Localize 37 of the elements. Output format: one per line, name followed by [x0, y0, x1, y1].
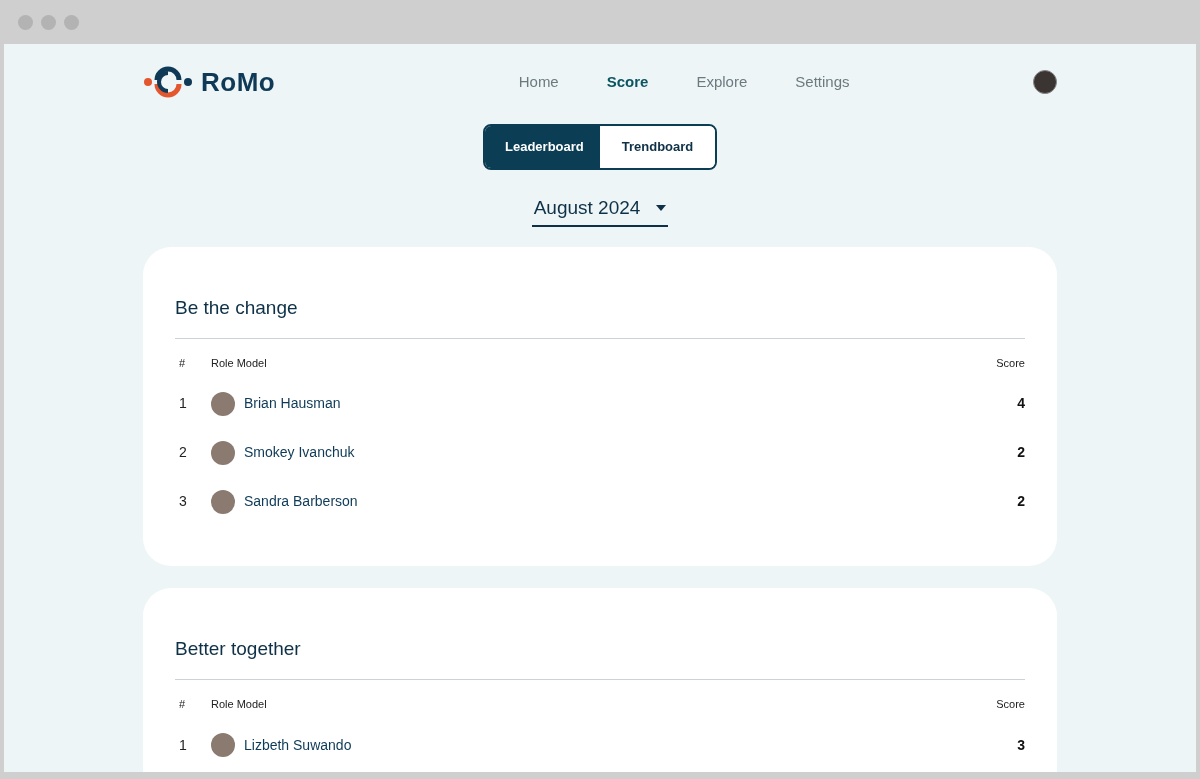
rank-cell-text: 1: [178, 394, 188, 414]
column-header: #: [178, 355, 187, 371]
avatar-photo: [211, 733, 235, 758]
rank-cell-text: 3: [178, 492, 188, 512]
window-dot: [41, 14, 56, 30]
tab[interactable]: Trendboard: [600, 126, 715, 168]
person-link[interactable]: Smokey Ivanchuk: [244, 442, 355, 464]
card-title: Be the change: [175, 297, 299, 320]
caret-icon: [656, 204, 667, 211]
nav-link[interactable]: Explore: [696, 70, 748, 94]
nav-link[interactable]: Home: [518, 70, 559, 94]
column-header: Role Model: [211, 355, 267, 371]
column-header: Score: [996, 355, 1025, 371]
person-link[interactable]: Lizbeth Suwando: [244, 734, 352, 756]
person-link[interactable]: Sandra Barberson: [244, 491, 358, 513]
card-title: Better together: [175, 638, 302, 662]
rank-cell-text: 1: [178, 735, 188, 755]
avatar-photo[interactable]: [1033, 70, 1057, 94]
column-header: Role Model: [211, 697, 267, 713]
column-header: #: [178, 697, 187, 713]
column-header: Score: [996, 697, 1025, 713]
tab[interactable]: Leaderboard: [485, 126, 600, 168]
avatar-photo: [211, 489, 235, 514]
score-cell-text: 2: [1017, 443, 1025, 463]
brand-name: RoMo: [201, 65, 276, 99]
month-dropdown[interactable]: August 2024: [531, 193, 669, 227]
score-cell-text: 4: [1017, 394, 1025, 414]
avatar-photo: [211, 440, 235, 465]
nav-link[interactable]: Score: [606, 70, 649, 94]
window-dot: [18, 14, 33, 30]
score-cell-text: 3: [1017, 735, 1025, 755]
score-cell-text: 2: [1017, 492, 1025, 512]
nav-link[interactable]: Settings: [795, 70, 850, 94]
rank-cell-text: 2: [178, 443, 188, 463]
window-dot: [64, 14, 79, 30]
person-link[interactable]: Brian Hausman: [244, 393, 341, 415]
avatar-photo: [211, 391, 235, 416]
